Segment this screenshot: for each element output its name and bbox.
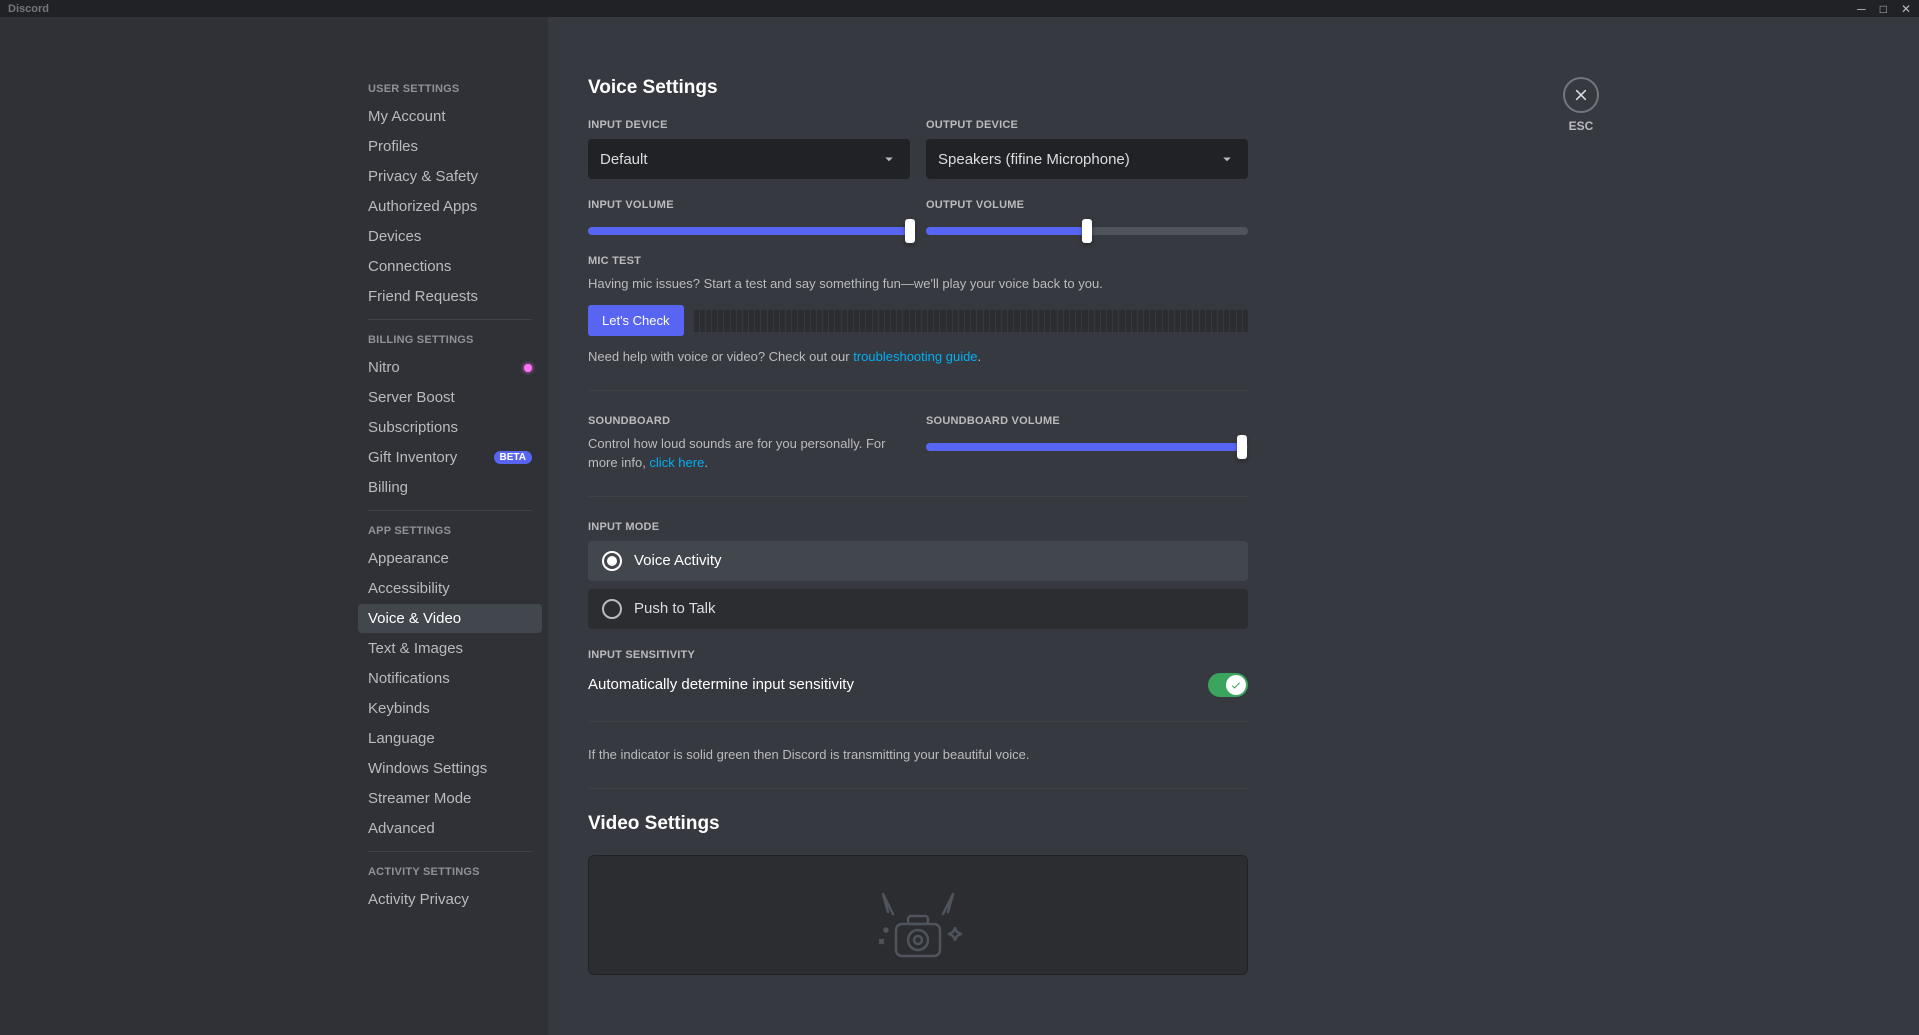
mic-test-label: Mic Test (588, 255, 1248, 267)
sidebar-item-nitro[interactable]: Nitro (358, 353, 542, 382)
beta-badge: BETA (494, 451, 532, 464)
video-settings-title: Video Settings (588, 813, 1248, 835)
radio-icon (602, 599, 622, 619)
settings-sidebar: User Settings My Account Profiles Privac… (338, 17, 548, 1035)
radio-icon (602, 551, 622, 571)
sidebar-heading-activity: Activity Settings (358, 860, 542, 884)
soundboard-label: Soundboard (588, 415, 910, 427)
sidebar-item-profiles[interactable]: Profiles (358, 132, 542, 161)
titlebar-app-name: Discord (8, 3, 49, 15)
close-settings: ESC (1563, 77, 1599, 133)
sidebar-item-accessibility[interactable]: Accessibility (358, 574, 542, 603)
sidebar-left-pad (0, 17, 338, 1035)
input-mode-voice-activity[interactable]: Voice Activity (588, 541, 1248, 581)
sidebar-item-keybinds[interactable]: Keybinds (358, 694, 542, 723)
sidebar-heading-user: User Settings (358, 77, 542, 101)
sidebar-item-voice-video[interactable]: Voice & Video (358, 604, 542, 633)
close-button[interactable] (1563, 77, 1599, 113)
input-volume-label: Input Volume (588, 199, 910, 211)
section-divider (588, 721, 1248, 722)
sidebar-divider (368, 851, 532, 852)
sidebar-item-language[interactable]: Language (358, 724, 542, 753)
slider-fill (588, 227, 910, 235)
chevron-down-icon (880, 150, 898, 168)
sidebar-item-friend-requests[interactable]: Friend Requests (358, 282, 542, 311)
nitro-indicator-icon (524, 364, 532, 372)
auto-sensitivity-label: Automatically determine input sensitivit… (588, 676, 854, 693)
voice-settings-title: Voice Settings (588, 77, 1248, 99)
sidebar-item-text-images[interactable]: Text & Images (358, 634, 542, 663)
content-area: ESC Voice Settings Input Device Default … (548, 17, 1919, 1035)
slider-thumb[interactable] (1082, 219, 1092, 243)
close-icon[interactable]: ✕ (1901, 2, 1911, 16)
sidebar-item-devices[interactable]: Devices (358, 222, 542, 251)
slider-fill (926, 227, 1087, 235)
input-mode-label: Input Mode (588, 521, 1248, 533)
sidebar-heading-app: App Settings (358, 519, 542, 543)
section-divider (588, 390, 1248, 391)
sidebar-item-windows-settings[interactable]: Windows Settings (358, 754, 542, 783)
sidebar-item-server-boost[interactable]: Server Boost (358, 383, 542, 412)
close-esc-label: ESC (1569, 119, 1594, 133)
slider-fill (926, 443, 1242, 451)
slider-thumb[interactable] (1237, 435, 1247, 459)
radio-label: Voice Activity (634, 552, 722, 569)
output-device-label: Output Device (926, 119, 1248, 131)
close-x-icon (1573, 87, 1589, 103)
maximize-icon[interactable]: □ (1880, 2, 1887, 16)
toggle-thumb (1226, 675, 1246, 695)
slider-thumb[interactable] (905, 219, 915, 243)
mic-test-meter (694, 310, 1248, 332)
output-volume-slider[interactable] (926, 227, 1248, 235)
input-device-select[interactable]: Default (588, 139, 910, 179)
soundboard-volume-slider[interactable] (926, 443, 1248, 451)
sidebar-item-activity-privacy[interactable]: Activity Privacy (358, 885, 542, 914)
troubleshoot-help: Need help with voice or video? Check out… (588, 348, 1248, 366)
troubleshoot-link[interactable]: troubleshooting guide (853, 349, 977, 364)
sidebar-item-privacy[interactable]: Privacy & Safety (358, 162, 542, 191)
soundboard-volume-label: Soundboard Volume (926, 415, 1248, 427)
sidebar-item-connections[interactable]: Connections (358, 252, 542, 281)
mic-test-desc: Having mic issues? Start a test and say … (588, 275, 1248, 293)
chevron-down-icon (1218, 150, 1236, 168)
camera-wumpus-icon (858, 884, 978, 974)
sidebar-heading-billing: Billing Settings (358, 328, 542, 352)
sidebar-item-streamer-mode[interactable]: Streamer Mode (358, 784, 542, 813)
lets-check-button[interactable]: Let's Check (588, 305, 684, 336)
sidebar-item-authorized-apps[interactable]: Authorized Apps (358, 192, 542, 221)
output-volume-label: Output Volume (926, 199, 1248, 211)
output-device-value: Speakers (fifine Microphone) (938, 151, 1130, 168)
sidebar-divider (368, 510, 532, 511)
input-device-value: Default (600, 151, 648, 168)
sidebar-item-advanced[interactable]: Advanced (358, 814, 542, 843)
titlebar: Discord ─ □ ✕ (0, 0, 1919, 17)
input-mode-push-to-talk[interactable]: Push to Talk (588, 589, 1248, 629)
check-icon (1230, 679, 1242, 691)
window-controls: ─ □ ✕ (1857, 2, 1911, 16)
sidebar-item-appearance[interactable]: Appearance (358, 544, 542, 573)
indicator-desc: If the indicator is solid green then Dis… (588, 746, 1248, 764)
soundboard-desc: Control how loud sounds are for you pers… (588, 435, 910, 471)
radio-label: Push to Talk (634, 600, 715, 617)
section-divider (588, 496, 1248, 497)
auto-sensitivity-toggle[interactable] (1208, 673, 1248, 697)
sidebar-item-notifications[interactable]: Notifications (358, 664, 542, 693)
output-device-select[interactable]: Speakers (fifine Microphone) (926, 139, 1248, 179)
sidebar-item-subscriptions[interactable]: Subscriptions (358, 413, 542, 442)
input-sensitivity-label: Input Sensitivity (588, 649, 1248, 661)
sidebar-divider (368, 319, 532, 320)
soundboard-link[interactable]: click here (649, 455, 704, 470)
input-device-label: Input Device (588, 119, 910, 131)
sidebar-item-gift-inventory[interactable]: Gift InventoryBETA (358, 443, 542, 472)
sidebar-item-billing[interactable]: Billing (358, 473, 542, 502)
video-preview (588, 855, 1248, 975)
sidebar-item-my-account[interactable]: My Account (358, 102, 542, 131)
section-divider (588, 788, 1248, 789)
input-volume-slider[interactable] (588, 227, 910, 235)
minimize-icon[interactable]: ─ (1857, 2, 1866, 16)
